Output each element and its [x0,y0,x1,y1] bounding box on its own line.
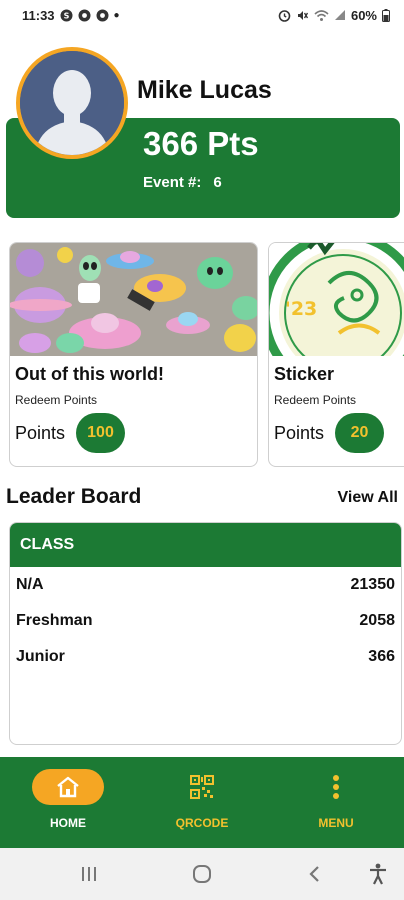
reward-image-keychains [10,243,257,356]
wifi-icon [314,9,329,22]
signal-icon [334,9,346,21]
reward-points-label: Points [274,423,325,443]
nav-home[interactable]: HOME [1,757,135,848]
user-name: Mike Lucas [137,76,272,104]
reward-image-sticker: '23 [269,243,404,356]
avatar[interactable] [16,47,128,159]
home-icon [57,776,79,798]
reward-card[interactable]: '23 Sticker Redeem Points Points 20 [268,242,404,467]
leaderboard-header: CLASS [10,523,401,567]
status-time: 11:33 [22,7,55,23]
accessibility-icon[interactable] [366,862,390,886]
event-row: Event #: 6 [143,174,222,191]
leaderboard-title: Leader Board [6,485,142,508]
recent-apps-icon[interactable] [77,862,101,886]
user-silhouette-icon [20,51,124,155]
status-right: 60% [278,8,390,23]
battery-percent: 60% [350,7,377,23]
leaderboard-row[interactable]: Junior 366 [10,639,401,675]
reward-subtitle: Redeem Points [15,393,98,407]
reward-title: Out of this world! [15,364,164,384]
nav-qrcode-label: QRCODE [175,816,229,830]
sticker-year: '23 [285,298,317,320]
reward-points-label: Points [15,423,66,443]
svg-text:S: S [63,11,69,20]
bottom-nav: HOME QRCODE MENU [0,757,404,848]
row-score: 366 [368,648,395,665]
leaderboard-card: CLASS N/A 21350 Freshman 2058 Junior 366 [9,522,402,745]
skype-icon: S [60,9,73,22]
row-name: N/A [16,576,44,593]
home-circle-icon[interactable] [190,862,214,886]
points-total: 366 Pts [143,125,259,162]
status-left: 11:33 S ● [22,8,120,23]
alarm-icon [278,9,291,22]
more-vertical-icon [333,775,339,799]
nav-home-pill[interactable] [32,769,104,805]
event-label: Event #: [143,174,202,191]
leaderboard-row[interactable]: N/A 21350 [10,567,401,603]
nav-menu-pill[interactable] [300,769,372,805]
notification-dot-icon: ● [113,9,120,21]
reward-points-badge: 100 [76,413,125,453]
chrome-icon [78,9,91,22]
reward-points-badge: 20 [335,413,384,453]
chrome-icon [96,9,109,22]
qr-code-icon [190,775,214,799]
row-score: 2058 [359,612,395,629]
nav-home-label: HOME [50,816,86,830]
nav-menu-label: MENU [318,816,354,830]
row-name: Junior [16,648,65,665]
battery-icon [382,8,390,22]
row-name: Freshman [16,612,93,629]
rewards-carousel[interactable]: Out of this world! Redeem Points Points … [9,242,404,468]
system-nav-bar [0,848,404,900]
reward-title: Sticker [274,364,335,384]
nav-menu[interactable]: MENU [269,757,403,848]
leaderboard-row[interactable]: Freshman 2058 [10,603,401,639]
row-score: 21350 [350,576,396,593]
status-bar: 11:33 S ● 60% [0,0,404,30]
reward-subtitle: Redeem Points [274,393,357,407]
back-icon[interactable] [303,862,327,886]
nav-qrcode-pill[interactable] [166,769,238,805]
reward-card[interactable]: Out of this world! Redeem Points Points … [9,242,258,467]
event-value: 6 [213,174,222,191]
mute-icon [296,9,309,22]
nav-qrcode[interactable]: QRCODE [135,757,269,848]
view-all-link[interactable]: View All [338,489,398,507]
